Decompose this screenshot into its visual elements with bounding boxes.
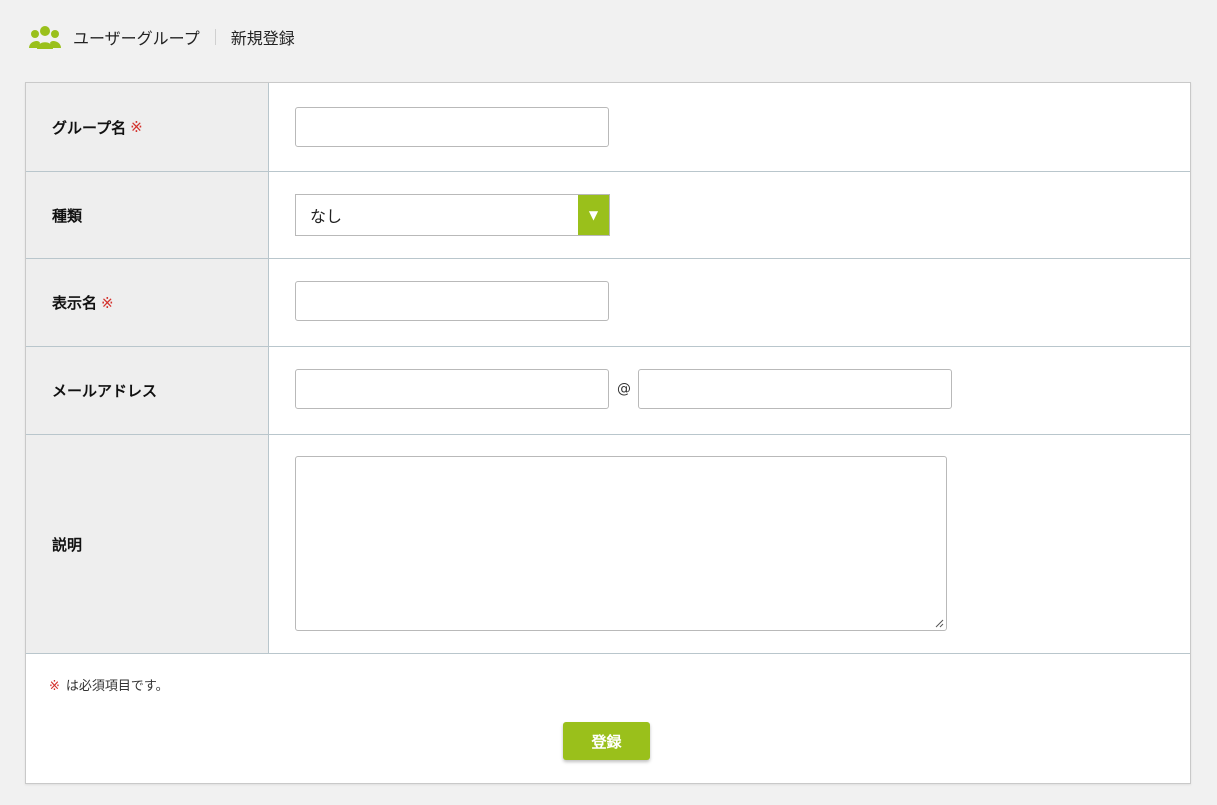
- email-label-text: メールアドレス: [52, 382, 158, 400]
- row-display-name: 表示名 ※: [26, 259, 1190, 347]
- description-label-text: 説明: [52, 535, 83, 554]
- row-group-name: グループ名 ※: [26, 83, 1190, 172]
- submit-button[interactable]: 登録: [563, 722, 650, 760]
- users-group-icon: [29, 25, 61, 49]
- required-mark: ※: [101, 293, 114, 312]
- dropdown-arrow-icon[interactable]: ▼: [578, 195, 609, 235]
- row-type: 種類 なし ▼: [26, 172, 1190, 259]
- display-name-input[interactable]: [295, 281, 609, 321]
- display-name-label-text: 表示名: [52, 294, 98, 312]
- group-name-label: グループ名 ※: [26, 83, 269, 171]
- description-label: 説明: [26, 435, 269, 653]
- page-header: ユーザーグループ 新規登録: [29, 22, 295, 52]
- email-local-input[interactable]: [295, 369, 609, 409]
- group-name-label-text: グループ名: [52, 118, 127, 137]
- at-symbol: @: [617, 381, 631, 397]
- page-subtitle: 新規登録: [230, 29, 295, 48]
- type-label: 種類: [26, 172, 269, 258]
- row-description: 説明: [26, 435, 1190, 654]
- type-label-text: 種類: [52, 206, 83, 225]
- group-name-input[interactable]: [295, 107, 609, 147]
- required-note-mark: ※: [49, 679, 60, 694]
- display-name-label: 表示名 ※: [26, 259, 269, 346]
- required-note-text: は必須項目です。: [65, 679, 169, 694]
- page-title: ユーザーグループ: [73, 29, 200, 48]
- type-select[interactable]: なし ▼: [295, 194, 610, 236]
- header-divider: [214, 29, 216, 45]
- email-domain-input[interactable]: [638, 369, 952, 409]
- required-mark: ※: [130, 118, 143, 136]
- row-email: メールアドレス @: [26, 347, 1190, 435]
- resize-grip-icon[interactable]: [934, 618, 944, 628]
- email-label: メールアドレス: [26, 347, 269, 434]
- registration-form: グループ名 ※ 種類 なし ▼ 表示名 ※ メールアドレス @ 説明 ※ は必須…: [25, 82, 1191, 784]
- required-note: ※ は必須項目です。: [49, 675, 169, 694]
- type-select-value: なし: [310, 207, 343, 226]
- description-textarea[interactable]: [295, 456, 947, 631]
